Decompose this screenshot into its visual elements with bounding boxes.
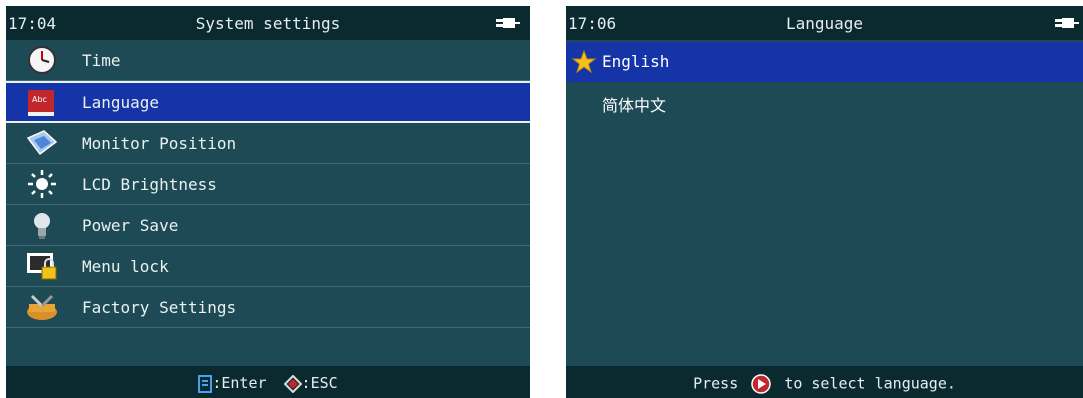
menu-item-menu-lock[interactable]: Menu lock bbox=[6, 246, 530, 287]
menu-item-label: Menu lock bbox=[82, 257, 169, 276]
page-title: System settings bbox=[195, 14, 341, 33]
menu-item-language[interactable]: Abc Language bbox=[6, 81, 530, 123]
menu-item-power-save[interactable]: Power Save bbox=[6, 205, 530, 246]
footer-hint-bar: :Enter :ESC bbox=[6, 366, 530, 398]
menu-item-label: Time bbox=[82, 51, 121, 70]
select-language-hint: to select language. bbox=[784, 374, 956, 393]
settings-menu: Time Abc Language Monitor Position LCD B… bbox=[6, 40, 530, 328]
menu-item-label: LCD Brightness bbox=[82, 175, 217, 194]
language-options: English 简体中文 bbox=[566, 42, 1083, 122]
monitor-position-icon bbox=[26, 130, 58, 156]
svg-text:Abc: Abc bbox=[32, 95, 47, 104]
language-option-chinese[interactable]: 简体中文 bbox=[566, 82, 1083, 122]
enter-button-icon bbox=[198, 374, 213, 393]
press-hint: Press bbox=[693, 374, 739, 393]
esc-hint: :ESC bbox=[301, 374, 338, 392]
monitor-lock-icon bbox=[27, 253, 57, 280]
lightbulb-icon bbox=[34, 213, 50, 239]
menu-item-label: Power Save bbox=[82, 216, 179, 235]
sun-brightness-icon bbox=[28, 170, 56, 198]
factory-toolbox-icon bbox=[27, 294, 57, 320]
language-option-label: 简体中文 bbox=[602, 96, 667, 115]
esc-button-icon bbox=[283, 374, 302, 393]
menu-item-monitor-position[interactable]: Monitor Position bbox=[6, 123, 530, 164]
language-book-icon: Abc bbox=[28, 90, 54, 116]
status-bar: 17:04 System settings bbox=[6, 6, 530, 40]
menu-item-lcd-brightness[interactable]: LCD Brightness bbox=[6, 164, 530, 205]
clock-icon bbox=[28, 46, 56, 74]
star-icon bbox=[572, 50, 596, 74]
page-title: Language bbox=[785, 14, 864, 33]
system-settings-screen: 17:04 System settings Time Abc Language bbox=[6, 6, 530, 398]
menu-item-factory-settings[interactable]: Factory Settings bbox=[6, 287, 530, 328]
enter-hint: :Enter bbox=[212, 374, 267, 392]
menu-item-label: Language bbox=[82, 93, 160, 112]
power-plug-icon bbox=[496, 18, 520, 28]
status-bar: 17:06 Language bbox=[566, 6, 1083, 40]
right-arrow-button-icon bbox=[751, 374, 772, 394]
menu-item-time[interactable]: Time bbox=[6, 40, 530, 81]
footer-hint-bar: Press to select language. bbox=[566, 366, 1083, 398]
language-option-english[interactable]: English bbox=[566, 42, 1083, 82]
menu-item-label: Monitor Position bbox=[82, 134, 237, 153]
power-plug-icon bbox=[1055, 18, 1079, 28]
language-screen: 17:06 Language English 简体中文 Press to sel bbox=[566, 6, 1083, 398]
menu-item-label: Factory Settings bbox=[82, 298, 237, 317]
language-option-label: English bbox=[602, 52, 670, 71]
